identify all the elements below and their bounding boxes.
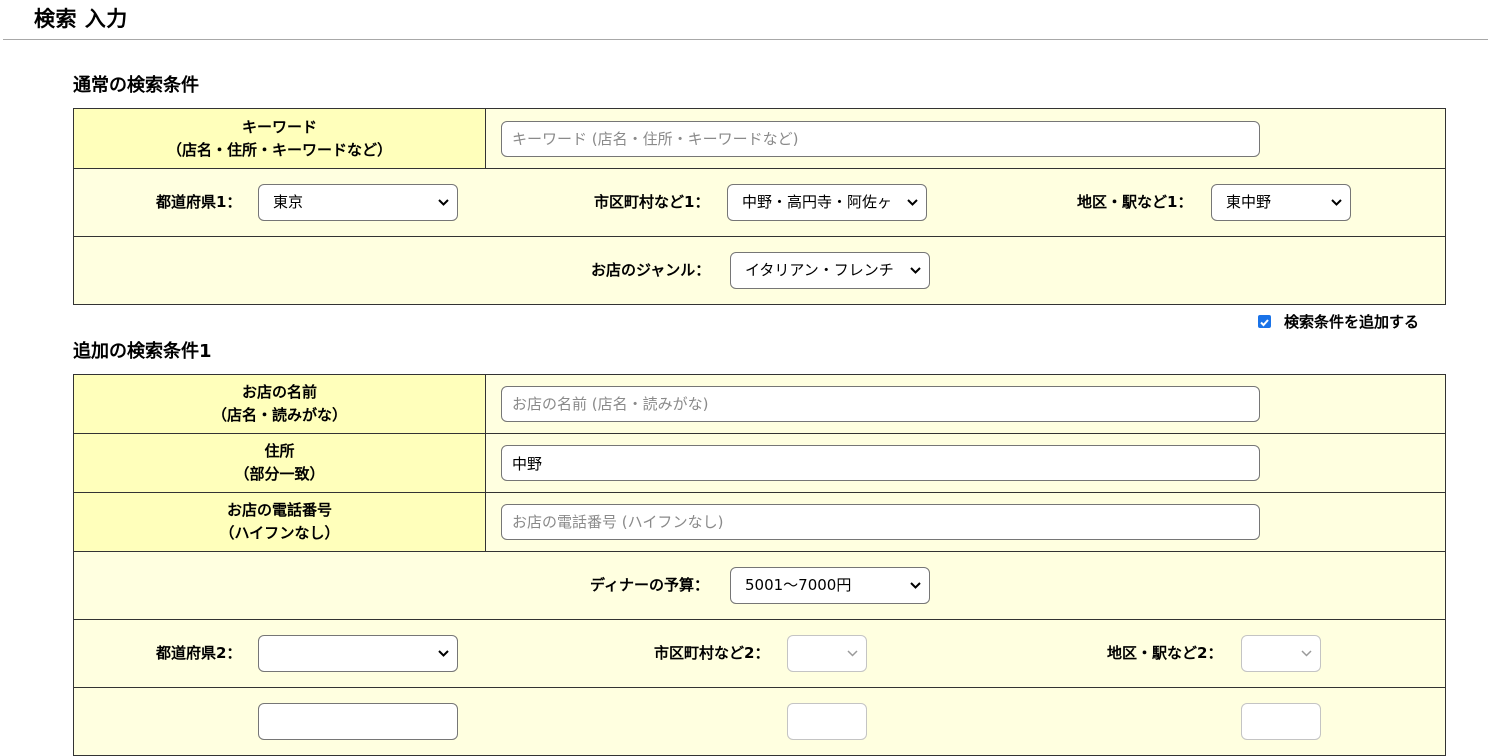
address-label-line2: （部分一致） [234, 465, 325, 483]
additional-conditions-table: お店の名前 （店名・読みがな） 住所 （部分一致） お店の電話番号 （ハイフンな… [73, 374, 1446, 756]
address-label-line1: 住所 [264, 442, 295, 460]
city3-select[interactable] [787, 703, 867, 740]
location2-row: 都道府県2： 市区町村など2： 地区・駅など2： [73, 619, 1446, 688]
add-condition-checkbox[interactable] [1258, 315, 1271, 328]
shop-name-input[interactable] [501, 386, 1260, 422]
phone-label-line2: （ハイフンなし） [219, 524, 340, 542]
keyword-label-line2: （店名・住所・キーワードなど） [166, 140, 392, 159]
address-input[interactable] [501, 445, 1260, 481]
page-header: 検索 入力 [3, 0, 1488, 40]
chevron-down-icon [908, 253, 922, 288]
city1-value: 中野・高円寺・阿佐ヶ [742, 193, 893, 211]
shop-name-label: お店の名前 （店名・読みがな） [73, 374, 486, 434]
normal-conditions-table: キーワード （店名・住所・キーワードなど） 都道府県1： 東京 市区町村など1：… [73, 108, 1446, 305]
keyword-label-line1: キーワード [241, 117, 317, 136]
phone-label: お店の電話番号 （ハイフンなし） [73, 492, 486, 552]
prefecture1-label: 都道府県1： [156, 193, 242, 211]
prefecture1-value: 東京 [273, 193, 304, 211]
city1-select[interactable]: 中野・高円寺・阿佐ヶ [727, 184, 927, 221]
additional-section-title: 追加の検索条件1 [73, 341, 212, 362]
prefecture1-select[interactable]: 東京 [258, 184, 458, 221]
city1-label: 市区町村など1： [594, 193, 710, 211]
keyword-label: キーワード （店名・住所・キーワードなど） [73, 108, 486, 169]
district1-select[interactable]: 東中野 [1211, 184, 1351, 221]
budget-row: ディナーの予算： 5001〜7000円 [73, 551, 1446, 620]
chevron-down-icon [1329, 185, 1343, 220]
page-title: 検索 入力 [34, 7, 128, 31]
shop-name-label-line2: （店名・読みがな） [211, 406, 347, 424]
keyword-input-cell [485, 108, 1446, 169]
check-icon [1260, 319, 1269, 327]
phone-label-line1: お店の電話番号 [226, 501, 332, 519]
genre-select[interactable]: イタリアン・フレンチ [730, 252, 930, 289]
location1-row: 都道府県1： 東京 市区町村など1： 中野・高円寺・阿佐ヶ 地区・駅など1： 東… [73, 168, 1446, 237]
chevron-down-icon [908, 568, 922, 603]
normal-section-title: 通常の検索条件 [73, 75, 199, 96]
district1-label: 地区・駅など1： [1077, 193, 1193, 211]
keyword-input[interactable] [501, 120, 1260, 157]
city2-select[interactable] [787, 635, 867, 672]
chevron-down-icon [436, 636, 450, 671]
chevron-down-icon [845, 636, 859, 671]
genre-label: お店のジャンル： [591, 261, 711, 279]
shop-name-label-line1: お店の名前 [241, 383, 317, 401]
add-condition-toggle[interactable]: 検索条件を追加する [1258, 311, 1419, 332]
prefecture2-select[interactable] [258, 635, 458, 672]
phone-input[interactable] [501, 504, 1260, 540]
prefecture3-select[interactable] [258, 703, 458, 740]
chevron-down-icon [436, 185, 450, 220]
district1-value: 東中野 [1226, 193, 1272, 211]
district2-label: 地区・駅など2： [1107, 644, 1223, 662]
address-input-cell [485, 433, 1446, 493]
dinner-budget-select[interactable]: 5001〜7000円 [730, 567, 930, 604]
dinner-budget-label: ディナーの予算： [590, 576, 709, 594]
prefecture2-label: 都道府県2： [156, 644, 242, 662]
phone-input-cell [485, 492, 1446, 552]
chevron-down-icon [905, 185, 919, 220]
district2-select[interactable] [1241, 635, 1321, 672]
address-label: 住所 （部分一致） [73, 433, 486, 493]
chevron-down-icon [1299, 636, 1313, 671]
add-condition-label: 検索条件を追加する [1284, 313, 1420, 331]
city2-label: 市区町村など2： [654, 644, 770, 662]
genre-value: イタリアン・フレンチ [745, 261, 894, 279]
dinner-budget-value: 5001〜7000円 [745, 576, 852, 594]
shop-name-input-cell [485, 374, 1446, 434]
district3-select[interactable] [1241, 703, 1321, 740]
location3-row [73, 687, 1446, 756]
genre-row: お店のジャンル： イタリアン・フレンチ [73, 236, 1446, 305]
